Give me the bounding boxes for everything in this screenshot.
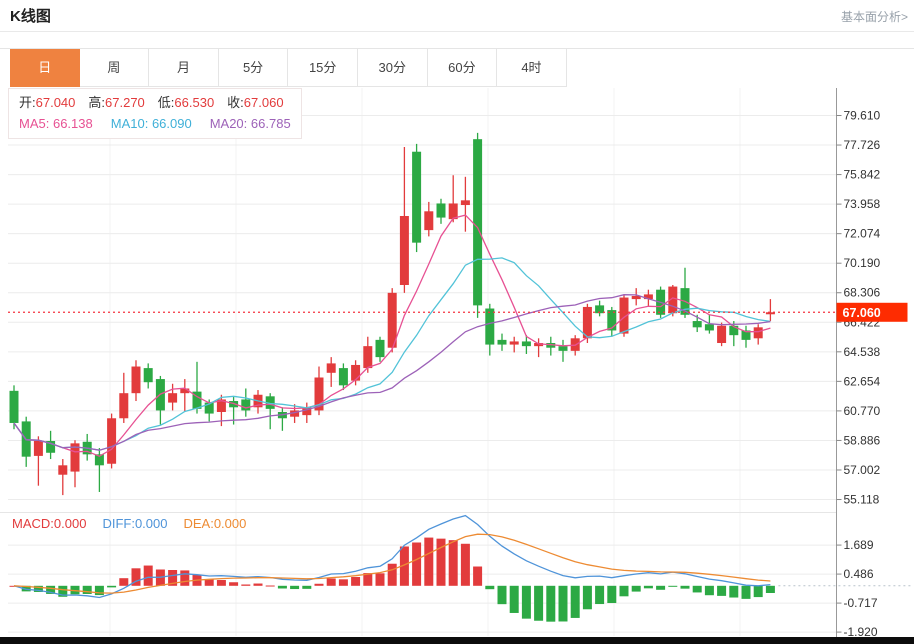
svg-text:67.060: 67.060 — [843, 306, 881, 320]
svg-text:75.842: 75.842 — [844, 168, 881, 182]
low-value: 66.530 — [174, 95, 214, 110]
tab-day[interactable]: 日 — [10, 49, 80, 87]
svg-text:0.486: 0.486 — [844, 567, 874, 581]
open-value: 67.040 — [36, 95, 76, 110]
ma20-readout: MA20: 66.785 — [210, 116, 291, 131]
tab-5min[interactable]: 5分 — [219, 49, 289, 87]
svg-text:1.689: 1.689 — [844, 538, 874, 552]
close-label: 收: — [227, 95, 244, 110]
svg-text:60.770: 60.770 — [844, 404, 881, 418]
svg-text:64.538: 64.538 — [844, 345, 881, 359]
svg-text:62.654: 62.654 — [844, 374, 881, 388]
svg-text:72.074: 72.074 — [844, 227, 881, 241]
diff-value: DIFF:0.000 — [102, 516, 167, 531]
ohlc-info-box: 开:67.040 高:67.270 低:66.530 收:67.060 MA5: 66… — [8, 88, 302, 139]
svg-text:58.886: 58.886 — [844, 433, 881, 447]
y-axis: 79.610 77.726 75.842 73.958 72.074 70.190 68.3… — [837, 88, 881, 639]
period-tabbar: 日 周 月 5分 15分 30分 60分 4时 — [0, 48, 914, 86]
svg-text:77.726: 77.726 — [844, 138, 881, 152]
open-label: 开: — [19, 95, 36, 110]
bottom-edge-bar — [0, 637, 914, 644]
ma10-readout: MA10: 66.090 — [111, 116, 192, 131]
high-value: 67.270 — [105, 95, 145, 110]
dea-value: DEA:0.000 — [183, 516, 246, 531]
tab-30min[interactable]: 30分 — [358, 49, 428, 87]
low-label: 低: — [158, 95, 175, 110]
tab-60min[interactable]: 60分 — [428, 49, 498, 87]
svg-text:73.958: 73.958 — [844, 197, 881, 211]
ma-row: MA5: 66.138 MA10: 66.090 MA20: 66.785 — [19, 113, 291, 134]
tab-week[interactable]: 周 — [80, 49, 150, 87]
price-tag: 67.060 — [837, 303, 908, 322]
tab-month[interactable]: 月 — [149, 49, 219, 87]
svg-text:79.610: 79.610 — [844, 109, 881, 123]
svg-text:70.190: 70.190 — [844, 256, 881, 270]
high-label: 高: — [88, 95, 105, 110]
svg-text:68.306: 68.306 — [844, 286, 881, 300]
svg-text:-0.717: -0.717 — [844, 596, 878, 610]
tab-4hour[interactable]: 4时 — [497, 49, 567, 87]
tab-15min[interactable]: 15分 — [288, 49, 358, 87]
macd-panel — [10, 516, 913, 622]
close-value: 67.060 — [244, 95, 284, 110]
ohlc-row: 开:67.040 高:67.270 低:66.530 收:67.060 — [19, 92, 291, 113]
svg-text:55.118: 55.118 — [844, 493, 880, 507]
macd-readout: MACD:0.000 DIFF:0.000 DEA:0.000 — [12, 516, 246, 531]
ma5-readout: MA5: 66.138 — [19, 116, 93, 131]
macd-value: MACD:0.000 — [12, 516, 86, 531]
svg-text:57.002: 57.002 — [844, 463, 881, 477]
